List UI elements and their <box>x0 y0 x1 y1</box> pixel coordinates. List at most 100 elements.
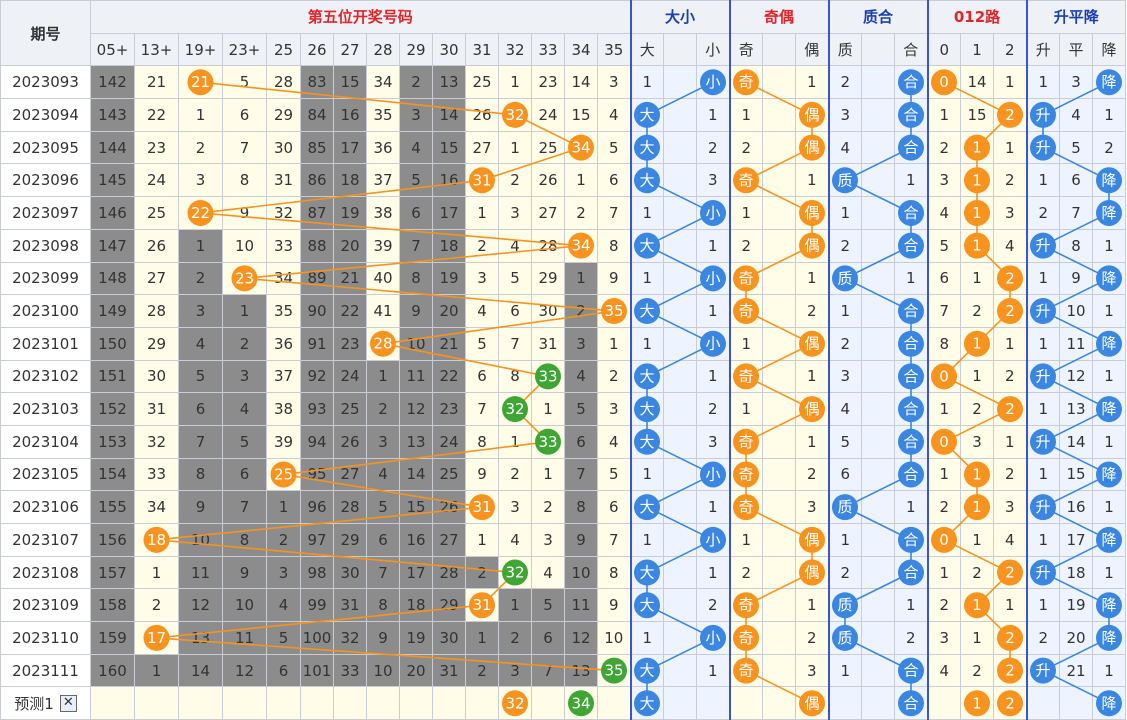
number-cell: 23 <box>432 392 466 426</box>
number-cell: 23 <box>333 326 367 361</box>
number-cell: 6 <box>399 196 433 230</box>
number-cell: 4 <box>222 392 267 426</box>
number-cell: 28 <box>531 228 565 263</box>
number-cell: 5 <box>597 130 631 165</box>
number-cell: 33 <box>266 228 301 263</box>
mod-cell: 3 <box>993 196 1027 230</box>
number-cell: 27 <box>531 196 565 230</box>
size-cell: 大 <box>629 653 664 688</box>
prediction-number-cell <box>366 686 400 720</box>
mod-cell: 4 <box>993 228 1027 263</box>
prime-cell: 质 <box>827 163 862 198</box>
prediction-number-cell <box>399 686 433 720</box>
number-cell: 34 <box>266 261 301 296</box>
size-cell: 1 <box>629 326 664 361</box>
prime-cell: 合 <box>894 98 928 132</box>
trend-cell: 1 <box>1092 490 1126 524</box>
number-cell: 10 <box>222 588 267 623</box>
number-cell: 7 <box>222 490 267 524</box>
size-cell: 1 <box>629 65 664 100</box>
number-cell: 16 <box>333 98 367 132</box>
trend-cell: 1 <box>1092 555 1126 590</box>
number-cell: 28 <box>134 294 179 328</box>
number-cell: 2 <box>465 555 499 590</box>
number-cell: 1 <box>597 326 631 361</box>
parity-cell <box>762 294 796 328</box>
number-col-header: 23+ <box>222 32 267 67</box>
size-col-header <box>663 32 697 67</box>
number-cell: 18 <box>134 523 179 557</box>
size-cell: 大 <box>629 392 664 426</box>
parity-cell: 2 <box>728 228 763 263</box>
number-cell: 1 <box>465 523 499 557</box>
number-cell: 33 <box>531 359 565 394</box>
period-cell: 2023106 <box>0 490 91 524</box>
prime-cell: 1 <box>894 490 928 524</box>
size-cell: 2 <box>696 588 730 623</box>
mod-cell: 2 <box>926 490 961 524</box>
trend-cell: 1 <box>1092 359 1126 394</box>
trend-cell: 1 <box>1092 653 1126 688</box>
number-cell: 13 <box>399 424 433 459</box>
prediction-cell <box>696 686 730 720</box>
close-icon[interactable]: ✕ <box>59 694 77 712</box>
mod-cell: 1 <box>960 130 994 165</box>
number-cell: 89 <box>300 261 334 296</box>
parity-cell: 偶 <box>795 523 829 557</box>
number-cell: 6 <box>222 98 267 132</box>
parity-col-header: 奇 <box>728 32 763 67</box>
trend-cell: 9 <box>1059 261 1093 296</box>
trend-cell: 降 <box>1092 588 1126 623</box>
prediction-cell <box>629 686 664 720</box>
prime-cell <box>861 196 895 230</box>
number-cell: 1 <box>266 490 301 524</box>
prime-cell: 合 <box>894 359 928 394</box>
number-cell: 3 <box>564 326 598 361</box>
table-row: 20231091582121049931818293115119大2奇1质121… <box>0 588 1126 623</box>
trend-cell: 1 <box>1092 424 1126 459</box>
trend-cell: 1 <box>1092 228 1126 263</box>
mod-cell: 2 <box>926 130 961 165</box>
number-cell: 26 <box>531 163 565 198</box>
prediction-cell <box>960 686 994 720</box>
mod-cell: 2 <box>926 588 961 623</box>
trend-col-header: 降 <box>1092 32 1126 67</box>
mod-cell: 14 <box>960 65 994 100</box>
trend-cell: 升 <box>1025 490 1060 524</box>
number-cell: 25 <box>333 392 367 426</box>
number-cell: 1 <box>531 457 565 492</box>
number-cell: 12 <box>399 392 433 426</box>
number-cell: 7 <box>498 326 532 361</box>
prime-cell <box>861 98 895 132</box>
number-cell: 100 <box>300 621 334 655</box>
parity-cell <box>762 621 796 655</box>
size-cell <box>663 130 697 165</box>
number-cell: 6 <box>564 424 598 459</box>
size-cell <box>663 326 697 361</box>
number-cell: 28 <box>432 555 466 590</box>
parity-cell: 偶 <box>795 326 829 361</box>
trend-cell: 7 <box>1059 196 1093 230</box>
size-cell: 小 <box>696 621 730 655</box>
number-cell: 5 <box>465 326 499 361</box>
mod-cell: 8 <box>926 326 961 361</box>
number-cell: 156 <box>90 523 135 557</box>
mod-cell: 1 <box>960 326 994 361</box>
number-cell: 25 <box>432 457 466 492</box>
mod-cell: 3 <box>993 490 1027 524</box>
number-cell: 1 <box>498 588 532 623</box>
parity-cell: 3 <box>795 490 829 524</box>
table-row: 202309814726110338820397182428348大12偶2合5… <box>0 228 1126 263</box>
number-cell: 28 <box>366 326 400 361</box>
number-cell: 19 <box>399 621 433 655</box>
size-cell: 大 <box>629 130 664 165</box>
prime-cell <box>861 228 895 263</box>
number-cell: 24 <box>432 424 466 459</box>
size-cell: 1 <box>696 359 730 394</box>
number-cell: 3 <box>178 163 223 198</box>
trend-cell: 升 <box>1025 98 1060 132</box>
mod-cell: 6 <box>926 261 961 296</box>
parity-cell <box>762 228 796 263</box>
trend-cell: 升 <box>1025 555 1060 590</box>
number-cell: 6 <box>178 392 223 426</box>
